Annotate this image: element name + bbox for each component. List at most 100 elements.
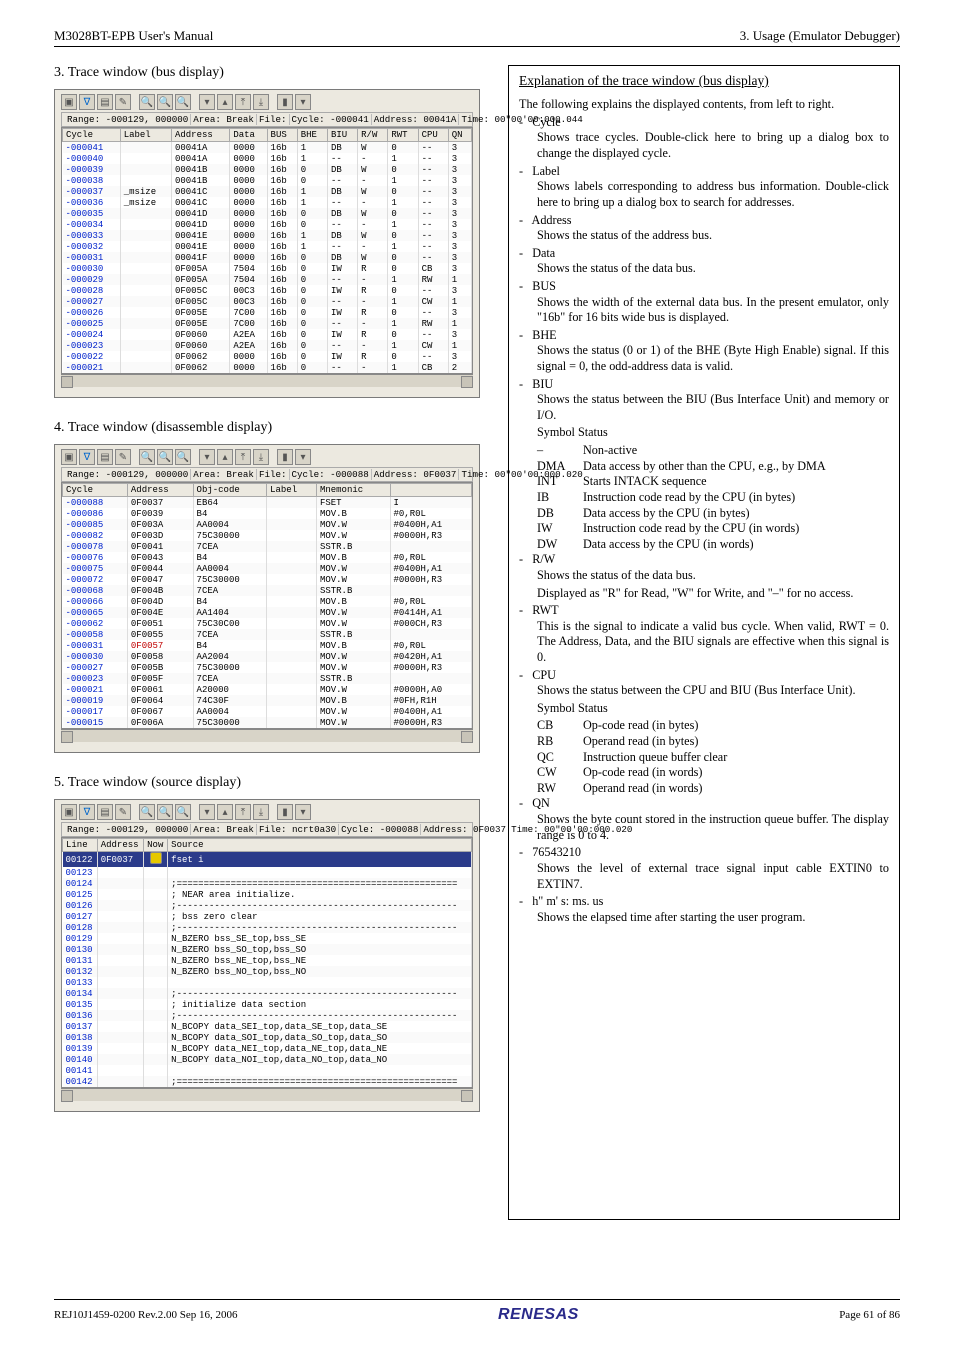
toolbar-icon[interactable]: ∇ — [79, 94, 95, 110]
table-row[interactable]: 00126;----------------------------------… — [63, 900, 472, 911]
table-row[interactable]: -0000850F003AAA0004MOV.W#0400H,A1 — [63, 519, 472, 530]
table-row[interactable]: -0000220F0062000016b0IWR0--3 — [63, 351, 472, 362]
table-row[interactable]: -00003900041B000016b0DBW0--3 — [63, 164, 472, 175]
down-icon[interactable]: ▾ — [199, 804, 215, 820]
table-row[interactable]: -0000720F004775C30000MOV.W#0000H,R3 — [63, 574, 472, 585]
goto-top-icon[interactable]: ⤒ — [235, 449, 251, 465]
column-header[interactable]: Line — [63, 839, 98, 852]
column-header[interactable]: Cycle — [63, 484, 128, 497]
up-icon[interactable]: ▴ — [217, 804, 233, 820]
column-header[interactable]: Address — [127, 484, 193, 497]
table-row[interactable]: -0000240F0060A2EA16b0IWR0--3 — [63, 329, 472, 340]
table-row[interactable]: -0000760F0043B4MOV.B#0,R0L — [63, 552, 472, 563]
table-row[interactable]: -00003400041D000016b0---1--3 — [63, 219, 472, 230]
table-row[interactable]: -0000750F0044AA0004MOV.W#0400H,A1 — [63, 563, 472, 574]
table-row[interactable]: -0000650F004EAA1404MOV.W#0414H,A1 — [63, 607, 472, 618]
goto-bottom-icon[interactable]: ⤓ — [253, 94, 269, 110]
table-row[interactable]: 00140 N_BCOPY data_NOI_top,data_NO_top,d… — [63, 1054, 472, 1065]
table-row[interactable]: -000036_msize00041C000016b1---1--3 — [63, 197, 472, 208]
column-header[interactable]: Now — [144, 839, 168, 852]
zoom-icon[interactable]: 🔍 — [157, 804, 173, 820]
table-row[interactable]: -0000820F003D75C30000MOV.W#0000H,R3 — [63, 530, 472, 541]
toolbar-icon[interactable]: ▤ — [97, 449, 113, 465]
toolbar-icon[interactable]: ▮ — [277, 449, 293, 465]
goto-top-icon[interactable]: ⤒ — [235, 94, 251, 110]
zoom-out-icon[interactable]: 🔍 — [175, 94, 191, 110]
table-row[interactable]: 00137 N_BCOPY data_SEI_top,data_SE_top,d… — [63, 1021, 472, 1032]
toolbar-icon[interactable]: ▾ — [295, 94, 311, 110]
column-header[interactable]: Address — [171, 129, 229, 142]
scrollbar-h[interactable] — [61, 374, 473, 387]
table-row[interactable]: -00004100041A000016b1DBW0--3 — [63, 142, 472, 154]
column-header[interactable]: Obj-code — [193, 484, 267, 497]
table-row[interactable]: -00003100041F000016b0DBW0--3 — [63, 252, 472, 263]
zoom-in-icon[interactable]: 🔍 — [139, 804, 155, 820]
zoom-out-icon[interactable]: 🔍 — [175, 804, 191, 820]
table-row[interactable]: -00003500041D000016b0DBW0--3 — [63, 208, 472, 219]
up-icon[interactable]: ▴ — [217, 449, 233, 465]
toolbar-icon[interactable]: ▮ — [277, 94, 293, 110]
table-row[interactable]: -0000580F00557CEASSTR.B — [63, 629, 472, 640]
toolbar-icon[interactable]: ▣ — [61, 449, 77, 465]
table-row[interactable]: -000037_msize00041C000016b1DBW0--3 — [63, 186, 472, 197]
table-row[interactable]: 00123 — [63, 867, 472, 878]
column-header[interactable]: Label — [267, 484, 317, 497]
column-header[interactable] — [390, 484, 472, 497]
column-header[interactable]: Cycle — [63, 129, 121, 142]
down-icon[interactable]: ▾ — [199, 449, 215, 465]
toolbar-icon[interactable]: ▤ — [97, 94, 113, 110]
table-row[interactable]: 00132 N_BZERO bss_NO_top,bss_NO — [63, 966, 472, 977]
column-header[interactable]: R/W — [358, 129, 388, 142]
column-header[interactable]: BHE — [297, 129, 327, 142]
table-row[interactable]: 00128;----------------------------------… — [63, 922, 472, 933]
toolbar-icon[interactable]: ▣ — [61, 94, 77, 110]
column-header[interactable]: BUS — [267, 129, 297, 142]
trace-grid-bus[interactable]: CycleLabelAddressDataBUSBHEBIUR/WRWTCPUQ… — [62, 128, 472, 373]
table-row[interactable]: -0000250F005E7C0016b0---1RW1 — [63, 318, 472, 329]
column-header[interactable]: Data — [230, 129, 267, 142]
table-row[interactable]: -0000270F005B75C30000MOV.W#0000H,R3 — [63, 662, 472, 673]
column-header[interactable]: QN — [448, 129, 471, 142]
table-row[interactable]: 00138 N_BCOPY data_SOI_top,data_SO_top,d… — [63, 1032, 472, 1043]
table-row[interactable]: -0000230F0060A2EA16b0---1CW1 — [63, 340, 472, 351]
table-row[interactable]: -0000210F0061A20000MOV.W#0000H,A0 — [63, 684, 472, 695]
table-row[interactable]: -0000190F006474C30FMOV.B#0FH,R1H — [63, 695, 472, 706]
trace-grid-source[interactable]: LineAddressNowSource001220F0037 fset i00… — [62, 838, 472, 1087]
column-header[interactable]: Mnemonic — [316, 484, 390, 497]
table-row[interactable]: -0000260F005E7C0016b0IWR0--3 — [63, 307, 472, 318]
table-row[interactable]: 00136;----------------------------------… — [63, 1010, 472, 1021]
table-row[interactable]: -00004000041A000016b1---1--3 — [63, 153, 472, 164]
table-row[interactable]: 00133 — [63, 977, 472, 988]
scrollbar-h[interactable] — [61, 729, 473, 742]
toolbar-icon[interactable]: ✎ — [115, 94, 131, 110]
table-row[interactable]: -0000680F004B7CEASSTR.B — [63, 585, 472, 596]
table-row[interactable]: -0000300F005A750416b0IWR0CB3 — [63, 263, 472, 274]
toolbar-icon[interactable]: ✎ — [115, 449, 131, 465]
table-row[interactable]: -00003300041E000016b1DBW0--3 — [63, 230, 472, 241]
column-header[interactable]: BIU — [327, 129, 357, 142]
toolbar-icon[interactable]: ▮ — [277, 804, 293, 820]
table-row[interactable]: 00141 — [63, 1065, 472, 1076]
table-row[interactable]: 00142;==================================… — [63, 1076, 472, 1087]
table-row[interactable]: -0000210F0062000016b0---1CB2 — [63, 362, 472, 373]
table-row[interactable]: -0000300F0058AA2004MOV.W#0420H,A1 — [63, 651, 472, 662]
zoom-in-icon[interactable]: 🔍 — [139, 94, 155, 110]
table-row[interactable]: 001220F0037 fset i — [63, 852, 472, 868]
zoom-out-icon[interactable]: 🔍 — [175, 449, 191, 465]
table-row[interactable]: -00003800041B000016b0---1--3 — [63, 175, 472, 186]
table-row[interactable]: 00130 N_BZERO bss_SO_top,bss_SO — [63, 944, 472, 955]
table-row[interactable]: -0000780F00417CEASSTR.B — [63, 541, 472, 552]
table-row[interactable]: 00134;----------------------------------… — [63, 988, 472, 999]
table-row[interactable]: 00124;==================================… — [63, 878, 472, 889]
toolbar-icon[interactable]: ∇ — [79, 449, 95, 465]
table-row[interactable]: -0000860F0039B4MOV.B#0,R0L — [63, 508, 472, 519]
table-row[interactable]: -0000280F005C00C316b0IWR0--3 — [63, 285, 472, 296]
toolbar-icon[interactable]: ▤ — [97, 804, 113, 820]
table-row[interactable]: 00127; bss zero clear — [63, 911, 472, 922]
table-row[interactable]: -0000170F0067AA0004MOV.W#0400H,A1 — [63, 706, 472, 717]
table-row[interactable]: 00135; initialize data section — [63, 999, 472, 1010]
goto-bottom-icon[interactable]: ⤓ — [253, 804, 269, 820]
table-row[interactable]: 00125; NEAR area initialize. — [63, 889, 472, 900]
zoom-icon[interactable]: 🔍 — [157, 449, 173, 465]
up-icon[interactable]: ▴ — [217, 94, 233, 110]
